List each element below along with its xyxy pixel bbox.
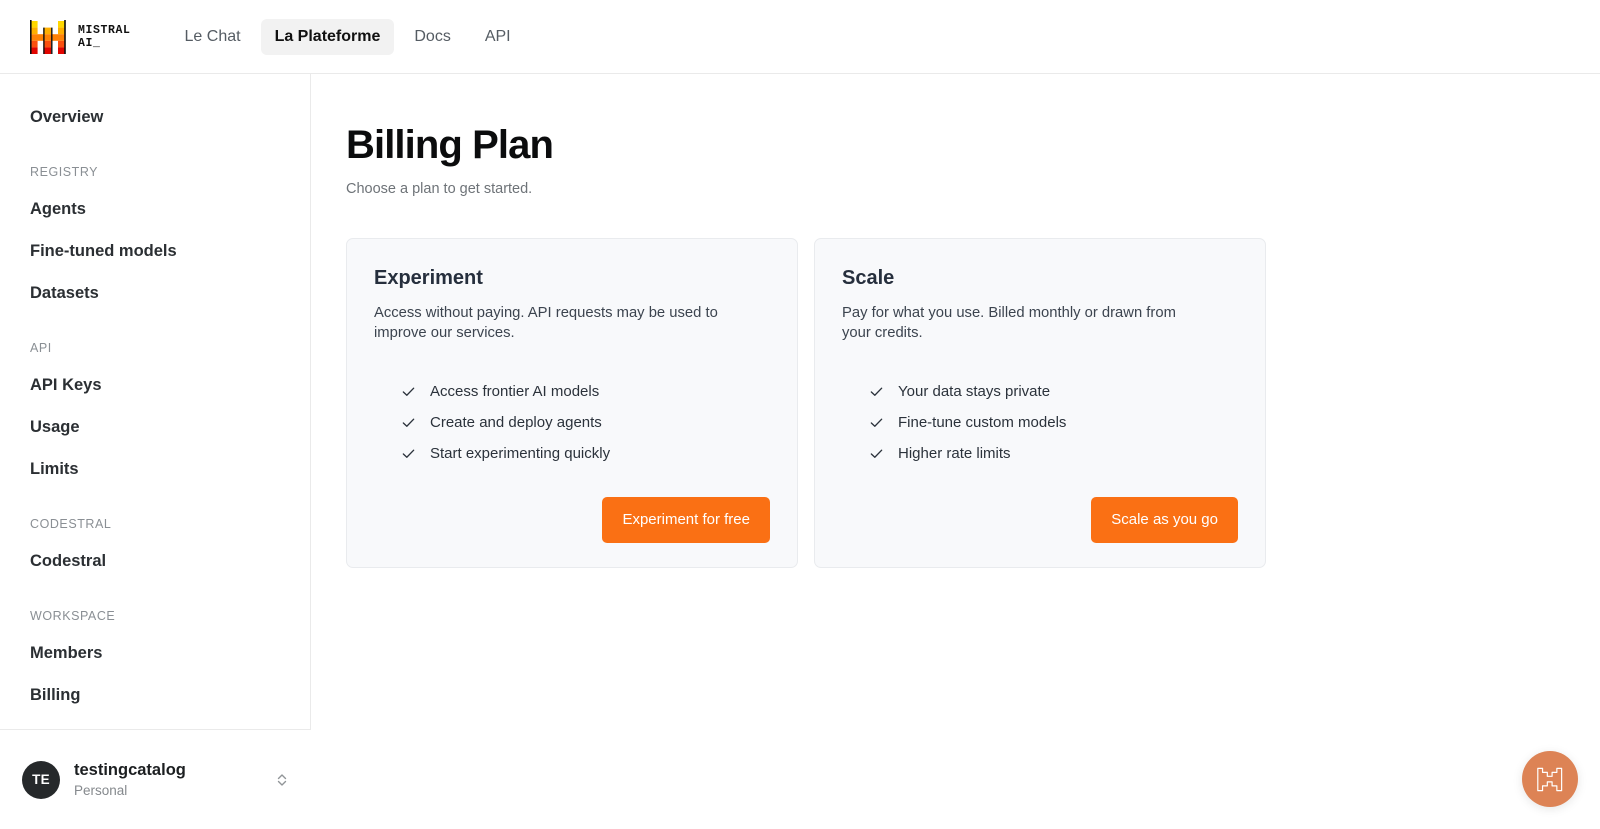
plan-name: Experiment <box>374 267 483 289</box>
feature-label: Create and deploy agents <box>430 413 602 431</box>
page-subtitle: Choose a plan to get started. <box>346 181 533 197</box>
list-item: Your data stays private <box>869 376 1238 407</box>
list-item: Access frontier AI models <box>401 376 770 407</box>
sidebar-item-agents[interactable]: Agents <box>0 188 310 230</box>
account-name: testingcatalog <box>74 760 186 779</box>
mistral-logo-outline-icon <box>1536 767 1562 791</box>
sidebar-item-members[interactable]: Members <box>0 632 310 674</box>
feature-label: Start experimenting quickly <box>430 444 611 462</box>
plan-card-scale: Scale Pay for what you use. Billed month… <box>814 238 1266 568</box>
nav-link-docs[interactable]: Docs <box>400 19 464 55</box>
plan-description: Access without paying. API requests may … <box>374 305 718 341</box>
sidebar-group-label-codestral: CODESTRAL <box>30 517 112 531</box>
feature-label: Your data stays private <box>898 382 1051 400</box>
plan-name: Scale <box>842 267 895 289</box>
nav-link-api[interactable]: API <box>471 19 525 55</box>
sidebar-nav: Overview REGISTRY Agents Fine-tuned mode… <box>0 74 310 716</box>
plan-feature-list: Your data stays private Fine-tune custom… <box>842 376 1238 469</box>
plan-card-experiment: Experiment Access without paying. API re… <box>346 238 798 568</box>
nav-link-la-plateforme[interactable]: La Plateforme <box>260 18 395 55</box>
list-item: Create and deploy agents <box>401 407 770 438</box>
brand-wordmark-line1: MISTRAL <box>78 23 131 37</box>
feature-label: Access frontier AI models <box>430 382 600 400</box>
account-switcher[interactable]: TE testingcatalog Personal <box>0 729 311 829</box>
plan-card-actions: Experiment for free <box>374 469 770 543</box>
sidebar-item-overview[interactable]: Overview <box>0 96 310 138</box>
sidebar-item-fine-tuned-models[interactable]: Fine-tuned models <box>0 230 310 272</box>
sidebar-item-billing[interactable]: Billing <box>0 674 310 716</box>
top-navigation-bar: MISTRAL AI_ Le Chat La Plateforme Docs A… <box>0 0 1600 74</box>
page-title: Billing Plan <box>346 123 554 167</box>
scale-as-you-go-button[interactable]: Scale as you go <box>1091 497 1238 543</box>
check-icon <box>402 418 415 427</box>
account-info: testingcatalog Personal <box>74 760 275 800</box>
nav-link-le-chat[interactable]: Le Chat <box>171 19 255 55</box>
list-item: Start experimenting quickly <box>401 438 770 469</box>
sidebar-item-usage[interactable]: Usage <box>0 406 310 448</box>
sidebar-item-api-keys[interactable]: API Keys <box>0 364 310 406</box>
plan-card-actions: Scale as you go <box>842 469 1238 543</box>
feature-label: Fine-tune custom models <box>898 413 1067 431</box>
sidebar-group-label-api: API <box>30 341 52 355</box>
mistral-logo-icon <box>30 19 66 54</box>
brand-wordmark-line2: AI_ <box>78 36 101 50</box>
check-icon <box>402 449 415 458</box>
check-icon <box>870 449 883 458</box>
list-item: Higher rate limits <box>869 438 1238 469</box>
sidebar-item-codestral[interactable]: Codestral <box>0 540 310 582</box>
plan-cards: Experiment Access without paying. API re… <box>346 238 1600 568</box>
plan-description: Pay for what you use. Billed monthly or … <box>842 305 1176 341</box>
brand-logo[interactable]: MISTRAL AI_ <box>30 19 131 54</box>
chat-assistant-fab[interactable] <box>1522 751 1578 807</box>
chevron-up-down-icon <box>277 773 287 786</box>
avatar: TE <box>22 760 60 799</box>
main-content: Billing Plan Choose a plan to get starte… <box>311 74 1600 829</box>
sidebar-group-label-registry: REGISTRY <box>30 165 99 179</box>
check-icon <box>402 387 415 396</box>
feature-label: Higher rate limits <box>898 444 1011 462</box>
sidebar: Overview REGISTRY Agents Fine-tuned mode… <box>0 74 311 829</box>
primary-nav-links: Le Chat La Plateforme Docs API <box>171 18 525 55</box>
list-item: Fine-tune custom models <box>869 407 1238 438</box>
check-icon <box>870 418 883 427</box>
sidebar-item-limits[interactable]: Limits <box>0 448 310 490</box>
brand-wordmark: MISTRAL AI_ <box>78 24 131 50</box>
sidebar-item-datasets[interactable]: Datasets <box>0 272 310 314</box>
check-icon <box>870 387 883 396</box>
experiment-for-free-button[interactable]: Experiment for free <box>602 497 770 543</box>
plan-feature-list: Access frontier AI models Create and dep… <box>374 376 770 469</box>
account-plan-label: Personal <box>74 782 128 798</box>
sidebar-group-label-workspace: WORKSPACE <box>30 609 116 623</box>
